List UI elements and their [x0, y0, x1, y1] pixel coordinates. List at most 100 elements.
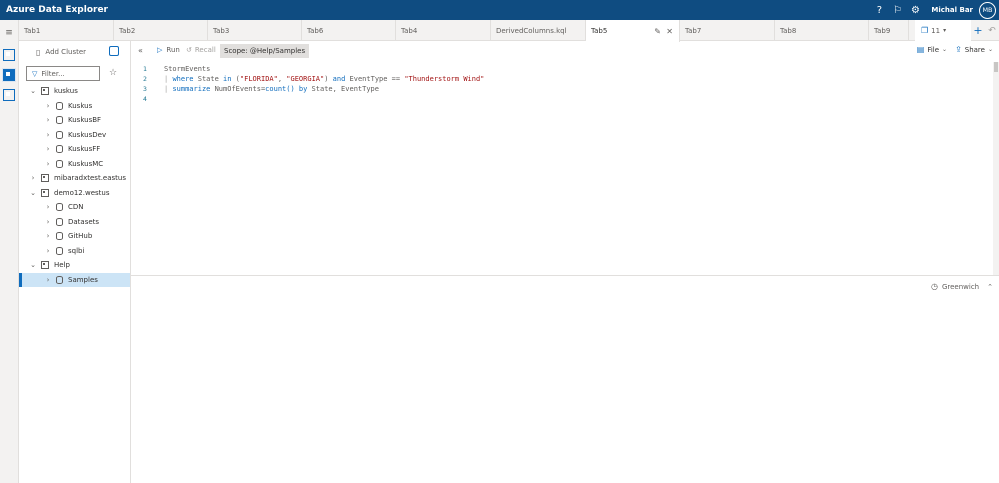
dashboard-icon[interactable]: [2, 48, 16, 62]
tab-derived-columns[interactable]: DerivedColumns.kql: [491, 20, 586, 41]
chevron-down-icon: ⌄: [987, 46, 993, 53]
cluster-icon: [41, 87, 49, 95]
tree-item-datasets[interactable]: › Datasets: [19, 215, 130, 229]
tab-1[interactable]: Tab1: [19, 20, 114, 41]
share-icon: ⇪: [955, 45, 962, 54]
chevron-right-icon[interactable]: ›: [44, 116, 52, 124]
file-icon: ▤: [916, 45, 925, 54]
tab-2[interactable]: Tab2: [114, 20, 208, 41]
timezone-selector[interactable]: ◷ Greenwich ⌃: [931, 282, 993, 291]
tab-5[interactable]: Tab5 ✎ ✕: [586, 20, 680, 42]
database-icon: [56, 116, 63, 124]
line-number: 2: [143, 75, 147, 83]
tree-item-demo12[interactable]: ⌄ demo12.westus: [19, 186, 130, 200]
chevron-down-icon[interactable]: ⌄: [29, 87, 37, 95]
tab-9[interactable]: Tab9: [869, 20, 909, 41]
chevron-right-icon[interactable]: ›: [44, 232, 52, 240]
tree-item-kuskus-db[interactable]: › Kuskus: [19, 99, 130, 113]
feedback-icon[interactable]: ⚐: [889, 2, 905, 18]
question-icon[interactable]: ?: [871, 2, 887, 18]
chevron-right-icon[interactable]: ›: [44, 247, 52, 255]
file-menu-button[interactable]: ▤ File ⌄: [917, 45, 947, 54]
header-actions: ? ⚐ ⚙ Michal Bar MB: [871, 0, 999, 20]
chevron-right-icon[interactable]: ›: [44, 160, 52, 168]
query-toolbar: « ▷ Run ↺ Recall Scope: @Help/Samples ▤ …: [131, 41, 999, 62]
collapse-left-icon[interactable]: «: [138, 46, 143, 55]
database-icon: [56, 160, 63, 168]
code-line-2: | where State in ("FLORIDA", "GEORGIA") …: [164, 75, 485, 83]
chevron-right-icon[interactable]: ›: [44, 276, 52, 284]
results-pane: ◷ Greenwich ⌃: [131, 276, 999, 483]
query-editor[interactable]: 1 2 3 4 StormEvents | where State in ("F…: [131, 62, 993, 275]
toolbar-right: ▤ File ⌄ ⇪ Share ⌄: [909, 45, 993, 54]
app-header: Azure Data Explorer ? ⚐ ⚙ Michal Bar MB: [0, 0, 999, 20]
filter-icon: ▽: [32, 69, 38, 78]
play-icon: ▷: [157, 46, 163, 54]
line-number: 1: [143, 65, 147, 73]
database-icon: [56, 131, 63, 139]
tab-7[interactable]: Tab7: [680, 20, 775, 41]
cluster-icon: [41, 261, 49, 269]
scrollbar-thumb[interactable]: [994, 62, 998, 72]
tab-3[interactable]: Tab3: [208, 20, 302, 41]
code-line-1: StormEvents: [164, 65, 211, 73]
tree-item-kuskus[interactable]: ⌄ kuskus: [19, 84, 130, 98]
tab-4[interactable]: Tab4: [396, 20, 491, 41]
chevron-down-icon: ⌄: [942, 46, 948, 53]
tab-8[interactable]: Tab8: [775, 20, 869, 41]
chevron-down-icon[interactable]: ⌄: [29, 189, 37, 197]
query-icon[interactable]: [2, 68, 16, 82]
tree-item-samples[interactable]: › Samples: [19, 273, 130, 287]
line-number: 4: [143, 95, 147, 103]
copy-icon: ❐: [921, 26, 929, 35]
avatar[interactable]: MB: [979, 1, 996, 19]
add-cluster-icon: ▯: [36, 47, 41, 57]
query-tabs: Tab1 Tab2 Tab3 Tab6 Tab4 DerivedColumns.…: [19, 20, 999, 42]
tree-item-kuskusbf[interactable]: › KuskusBF: [19, 113, 130, 127]
line-number: 3: [143, 85, 147, 93]
tree-item-github[interactable]: › GitHub: [19, 229, 130, 243]
chevron-right-icon[interactable]: ›: [44, 131, 52, 139]
app-title: Azure Data Explorer: [6, 5, 108, 15]
chevron-right-icon[interactable]: ›: [44, 102, 52, 110]
tree-item-help[interactable]: ⌄ Help: [19, 258, 130, 272]
tree-item-kuskusmc[interactable]: › KuskusMC: [19, 157, 130, 171]
tree-item-cdn[interactable]: › CDN: [19, 200, 130, 214]
tree-item-mibaradxtest[interactable]: › mibaradxtest.eastus: [19, 171, 130, 185]
chevron-up-icon[interactable]: ⌃: [987, 283, 993, 291]
database-icon: [56, 203, 63, 211]
chevron-right-icon[interactable]: ›: [29, 174, 37, 182]
tree-item-sqlbi[interactable]: › sqlbi: [19, 244, 130, 258]
user-name[interactable]: Michal Bar: [931, 6, 973, 14]
recall-button[interactable]: ↺ Recall: [186, 46, 216, 54]
chevron-right-icon[interactable]: ›: [44, 145, 52, 153]
add-cluster-button[interactable]: ▯ Add Cluster: [36, 46, 86, 58]
database-icon: [56, 247, 63, 255]
run-button[interactable]: ▷ Run: [157, 46, 180, 54]
tab-6[interactable]: Tab6: [302, 20, 396, 41]
gear-icon[interactable]: ⚙: [907, 2, 923, 18]
tab-list-dropdown[interactable]: ❐ 11 ▾: [915, 20, 971, 41]
tab-actions: ❐ 11 ▾ + ↶: [915, 20, 999, 41]
code-line-3: | summarize NumOfEvents=count() by State…: [164, 85, 379, 93]
chevron-down-icon[interactable]: ⌄: [29, 261, 37, 269]
tree-item-kuskusff[interactable]: › KuskusFF: [19, 142, 130, 156]
left-rail: ≡: [0, 20, 19, 483]
share-menu-button[interactable]: ⇪ Share ⌄: [955, 45, 993, 54]
hamburger-menu-icon[interactable]: ≡: [2, 26, 16, 40]
add-tab-icon[interactable]: +: [971, 20, 985, 41]
close-icon[interactable]: ✕: [666, 27, 673, 36]
chevron-right-icon[interactable]: ›: [44, 218, 52, 226]
undo-close-icon[interactable]: ↶: [985, 20, 999, 41]
filter-input[interactable]: [41, 69, 98, 78]
connection-panel: ▯ Add Cluster ▽ ☆ ⌄kuskus ›Kuskus ›Kusku…: [19, 41, 131, 483]
clock-icon: ◷: [930, 282, 938, 291]
data-icon[interactable]: [2, 88, 16, 102]
editor-scrollbar[interactable]: [993, 62, 999, 275]
favorites-icon[interactable]: ☆: [109, 68, 117, 78]
tree-item-kuskusdev[interactable]: › KuskusDev: [19, 128, 130, 142]
chevron-right-icon[interactable]: ›: [44, 203, 52, 211]
collapse-panel-icon[interactable]: [109, 46, 119, 56]
pencil-icon[interactable]: ✎: [654, 27, 661, 36]
recall-icon: ↺: [186, 46, 192, 54]
